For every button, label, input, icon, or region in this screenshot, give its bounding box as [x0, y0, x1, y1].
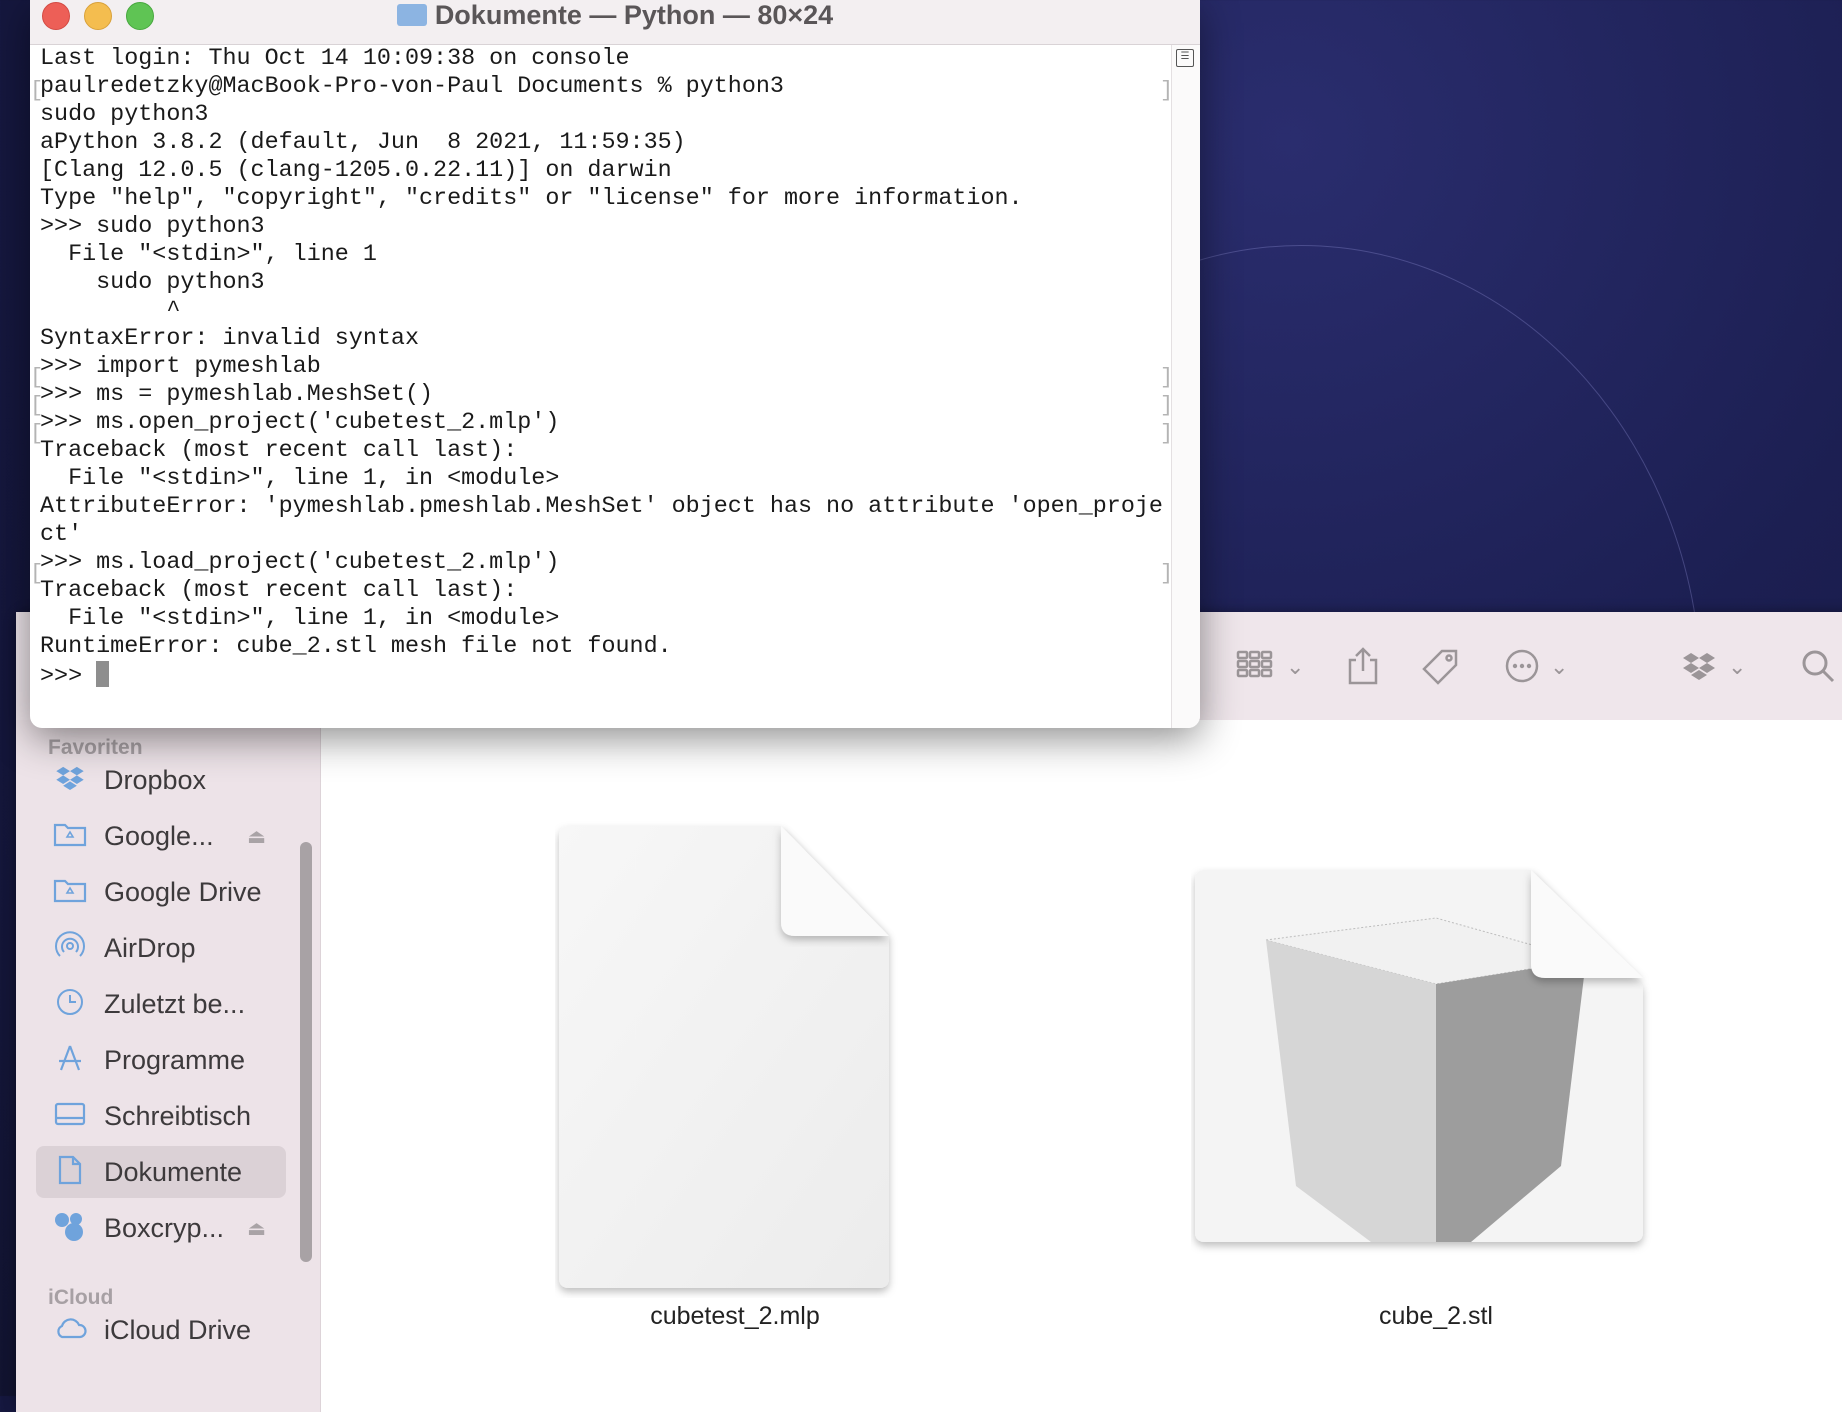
mark-bracket: [	[30, 78, 44, 103]
cube-preview-icon	[1195, 870, 1643, 1242]
generic-document-icon	[559, 826, 889, 1288]
terminal-scrollbar[interactable]: ☰	[1171, 45, 1200, 728]
boxcryptor-icon	[50, 1210, 90, 1247]
eject-icon[interactable]: ⏏	[247, 1216, 266, 1241]
sidebar-item-label: Programme	[104, 1044, 246, 1075]
terminal-line: >>> ms.load_project('cubetest_2.mlp')	[40, 550, 560, 576]
terminal-line: SyntaxError: invalid syntax	[40, 326, 419, 352]
terminal-line: AttributeError: 'pymeshlab.pmeshlab.Mesh…	[40, 494, 1163, 520]
split-pane-icon[interactable]: ☰	[1176, 49, 1194, 67]
terminal-line: File "<stdin>", line 1	[40, 242, 377, 268]
sidebar-item-label: Google...	[104, 820, 214, 851]
sidebar-item-label: Google Drive	[104, 876, 262, 907]
terminal-line: ^	[40, 298, 181, 324]
file-name: cubetest_2.mlp	[650, 1302, 820, 1330]
terminal-line: [Clang 12.0.5 (clang-1205.0.22.11)] on d…	[40, 158, 672, 184]
clock-icon	[50, 987, 90, 1022]
mark-bracket: [	[30, 393, 44, 418]
terminal-line: >>> ms = pymeshlab.MeshSet()	[40, 382, 434, 408]
share-icon	[1348, 647, 1378, 685]
sidebar-item-google-1[interactable]: Google... ⏏	[36, 810, 286, 862]
terminal-line: Traceback (most recent call last):	[40, 578, 518, 604]
sidebar-item-label: Dropbox	[104, 764, 207, 795]
sidebar-item-boxcryptor[interactable]: Boxcryp... ⏏	[36, 1202, 286, 1254]
eject-icon[interactable]: ⏏	[247, 824, 266, 849]
window-title: Dokumente — Python — 80×24	[30, 0, 1200, 31]
sidebar-scrollbar[interactable]	[300, 842, 312, 1262]
sidebar-item-recents[interactable]: Zuletzt be...	[36, 978, 286, 1030]
action-button[interactable]	[1504, 648, 1540, 690]
file-item[interactable]: cubetest_2.mlp	[555, 818, 915, 1338]
terminal-output[interactable]: Last login: Thu Oct 14 10:09:38 on conso…	[40, 45, 1190, 705]
terminal-line: sudo python3	[40, 102, 209, 128]
share-button[interactable]	[1346, 646, 1380, 692]
dropbox-chevron-down-icon[interactable]: ⌄	[1728, 656, 1746, 678]
folder-icon	[50, 877, 90, 908]
finder-sidebar: Favoriten Dropbox Google... ⏏ Google Dri…	[16, 720, 321, 1412]
sidebar-item-label: Dokumente	[104, 1156, 243, 1187]
action-chevron-down-icon[interactable]: ⌄	[1550, 656, 1568, 678]
finder-window: ⌄ ⌄ ⌄ Favoriten Dropbox Google... ⏏ Goog…	[16, 612, 1842, 1412]
dropbox-icon	[50, 766, 90, 795]
view-chevron-down-icon[interactable]: ⌄	[1286, 656, 1304, 678]
terminal-line: >>> sudo python3	[40, 214, 265, 240]
terminal-line: Last login: Thu Oct 14 10:09:38 on conso…	[40, 46, 630, 72]
mark-bracket: [	[30, 421, 44, 446]
terminal-line: aPython 3.8.2 (default, Jun 8 2021, 11:5…	[40, 130, 686, 156]
cloud-icon	[50, 1316, 90, 1345]
tag-icon	[1422, 649, 1458, 685]
sidebar-item-label: AirDrop	[104, 932, 196, 963]
sidebar-item-label: iCloud Drive	[104, 1314, 252, 1345]
sidebar-item-label: Zuletzt be...	[104, 988, 246, 1019]
dropbox-icon	[1683, 653, 1715, 680]
sidebar-item-google-drive[interactable]: Google Drive	[36, 866, 286, 918]
mark-bracket: [	[30, 365, 44, 390]
sidebar-item-dropbox[interactable]: Dropbox	[36, 754, 286, 806]
terminal-cursor	[96, 661, 110, 687]
terminal-titlebar[interactable]: Dokumente — Python — 80×24	[30, 0, 1200, 45]
search-icon	[1802, 650, 1835, 683]
tag-button[interactable]	[1420, 648, 1460, 692]
document-icon	[50, 1155, 90, 1190]
sidebar-item-icloud-drive[interactable]: iCloud Drive	[36, 1304, 286, 1356]
search-button[interactable]	[1800, 648, 1836, 690]
icon-view-button[interactable]	[1236, 648, 1274, 688]
sidebar-item-label: Schreibtisch	[104, 1100, 252, 1131]
folder-icon	[396, 4, 427, 26]
terminal-window: Dokumente — Python — 80×24 Last login: T…	[30, 0, 1200, 728]
terminal-line: File "<stdin>", line 1, in <module>	[40, 466, 560, 492]
terminal-line: Traceback (most recent call last):	[40, 438, 518, 464]
terminal-line: ct'	[40, 522, 83, 548]
sidebar-item-airdrop[interactable]: AirDrop	[36, 922, 286, 974]
sidebar-item-label: Boxcryp...	[104, 1212, 225, 1243]
terminal-prompt-line: >>>	[40, 661, 1190, 690]
terminal-line: >>> import pymeshlab	[40, 354, 321, 380]
folder-icon	[50, 821, 90, 852]
ellipsis-circle-icon	[1505, 649, 1539, 683]
file-name: cube_2.stl	[1379, 1302, 1493, 1330]
terminal-line: paulredetzky@MacBook-Pro-von-Paul Docume…	[40, 74, 784, 100]
airdrop-icon	[50, 930, 90, 966]
terminal-line: sudo python3	[40, 270, 265, 296]
grid-view-icon	[1236, 650, 1273, 678]
file-item[interactable]: cube_2.stl	[1191, 866, 1681, 1338]
sidebar-item-applications[interactable]: Programme	[36, 1034, 286, 1086]
applications-icon	[50, 1043, 90, 1078]
terminal-line: >>> ms.open_project('cubetest_2.mlp')	[40, 410, 560, 436]
finder-content: cubetest_2.mlp cube_2.stl	[321, 720, 1842, 1412]
terminal-line: RuntimeError: cube_2.stl mesh file not f…	[40, 634, 672, 660]
terminal-line: Type "help", "copyright", "credits" or "…	[40, 186, 1023, 212]
sidebar-item-desktop[interactable]: Schreibtisch	[36, 1090, 286, 1142]
mark-bracket: [	[30, 561, 44, 586]
desktop-icon	[50, 1101, 90, 1132]
terminal-line: File "<stdin>", line 1, in <module>	[40, 606, 560, 632]
sidebar-item-documents[interactable]: Dokumente	[36, 1146, 286, 1198]
terminal-prompt: >>>	[40, 664, 97, 690]
dropbox-toolbar-button[interactable]	[1682, 652, 1716, 686]
window-title-text: Dokumente — Python — 80×24	[434, 0, 834, 30]
